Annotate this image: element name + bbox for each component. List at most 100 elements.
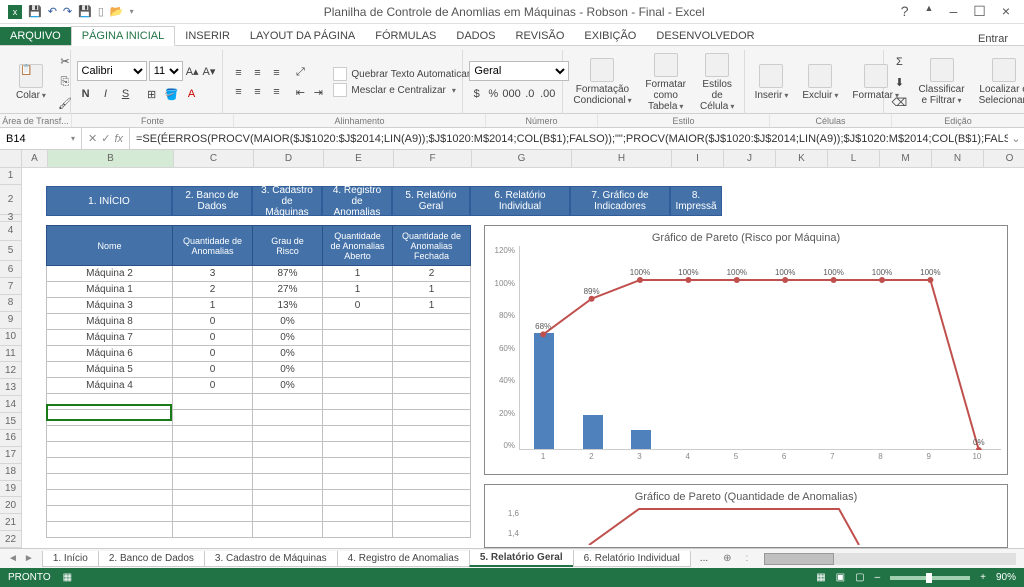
cell[interactable]: 27% [253,282,323,298]
cell[interactable] [323,394,393,410]
cell[interactable] [393,474,471,490]
row-header[interactable]: 20 [0,497,22,514]
cell[interactable]: 1 [173,298,253,314]
table-row[interactable] [47,506,471,522]
row-header[interactable]: 13 [0,379,22,396]
new-icon[interactable]: ▯ [98,5,104,18]
cell[interactable] [323,474,393,490]
align-center-icon[interactable]: ≡ [248,83,266,101]
clear-icon[interactable]: ⌫ [890,93,908,111]
nav-relgeral[interactable]: 5. Relatório Geral [392,186,470,216]
sheet-tab-active[interactable]: 5. Relatório Geral [469,550,574,567]
cell[interactable] [323,458,393,474]
cell[interactable]: 2 [393,266,471,282]
cell[interactable] [173,442,253,458]
macro-icon[interactable]: ▦ [63,572,72,583]
inc-decimal-icon[interactable]: .0 [523,85,538,103]
cell[interactable] [253,394,323,410]
view-normal-icon[interactable]: ▦ [816,572,825,583]
ribbon-opts-icon[interactable]: ▲ [925,3,934,20]
increase-indent-icon[interactable]: ⇥ [309,83,327,101]
minimize-icon[interactable]: – [949,3,957,20]
table-row[interactable]: Máquina 600% [47,346,471,362]
cell[interactable] [323,314,393,330]
cell[interactable] [393,330,471,346]
row-header[interactable]: 7 [0,278,22,295]
align-bottom-icon[interactable]: ≡ [267,64,285,82]
cell[interactable]: 0% [253,362,323,378]
cell[interactable] [393,522,471,538]
sheet-nav-next[interactable]: ► [24,553,34,564]
zoom-out-button[interactable]: – [875,572,881,583]
cell[interactable] [173,506,253,522]
zoom-level[interactable]: 90% [996,572,1016,583]
cell[interactable] [253,410,323,426]
cell[interactable]: Máquina 1 [47,282,173,298]
cell[interactable] [253,522,323,538]
cell[interactable] [47,458,173,474]
col-header[interactable]: I [672,150,724,168]
chart-pareto-risco[interactable]: Gráfico de Pareto (Risco por Máquina) 12… [484,225,1008,475]
row-header[interactable]: 11 [0,346,22,363]
sheet-tab[interactable]: 6. Relatório Individual [573,551,691,567]
italic-button[interactable]: I [97,85,115,103]
decrease-font-icon[interactable]: A▾ [202,62,217,80]
row-header[interactable]: 9 [0,312,22,329]
sheet-tab-more[interactable]: ... [690,551,718,566]
cell[interactable]: 1 [393,282,471,298]
nav-banco[interactable]: 2. Banco de Dados [172,186,252,216]
grid-body[interactable]: 1. INÍCIO 2. Banco de Dados 3. Cadastro … [22,168,1024,548]
bold-button[interactable]: N [77,85,95,103]
col-header[interactable]: F [394,150,472,168]
nav-registro[interactable]: 4. Registro de Anomalias [322,186,392,216]
tab-home[interactable]: PÁGINA INICIAL [71,26,176,46]
cell[interactable] [323,522,393,538]
col-header[interactable]: K [776,150,828,168]
cell[interactable]: 1 [323,266,393,282]
cell[interactable]: Máquina 2 [47,266,173,282]
table-row[interactable] [47,442,471,458]
col-header[interactable]: A [22,150,48,168]
row-header[interactable]: 8 [0,295,22,312]
cell[interactable]: 1 [323,282,393,298]
name-box[interactable]: B14▾ [0,128,82,149]
cell[interactable] [393,346,471,362]
help-icon[interactable]: ? [901,3,909,20]
sort-filter-button[interactable]: Classificar e Filtrar [914,56,968,108]
row-header[interactable]: 14 [0,396,22,413]
cell[interactable]: 0% [253,330,323,346]
chart-pareto-qtd[interactable]: Gráfico de Pareto (Quantidade de Anomali… [484,484,1008,548]
cell[interactable]: 1 [393,298,471,314]
add-sheet-button[interactable]: ⊕ [717,553,737,564]
cell[interactable] [323,490,393,506]
horizontal-scrollbar[interactable] [764,553,1016,565]
col-header[interactable]: D [254,150,324,168]
formula-input[interactable]: =SE(ÉERROS(PROCV(MAIOR($J$1020:$J$2014;L… [130,128,1008,149]
row-header[interactable]: 2 [0,185,22,215]
col-header[interactable]: M [880,150,932,168]
row-header[interactable]: 5 [0,241,22,261]
tab-file[interactable]: ARQUIVO [0,27,71,45]
row-header[interactable]: 10 [0,329,22,346]
cell[interactable] [173,522,253,538]
font-size-select[interactable]: 11 [149,61,183,81]
row-header[interactable]: 1 [0,168,22,185]
autosum-icon[interactable]: Σ [890,53,908,71]
table-row[interactable]: Máquina 800% [47,314,471,330]
undo-icon[interactable]: ↶ [48,5,57,18]
table-row[interactable]: Máquina 3113%01 [47,298,471,314]
row-header[interactable]: 3 [0,215,22,222]
cell[interactable] [253,442,323,458]
row-header[interactable]: 18 [0,464,22,481]
cell[interactable] [173,426,253,442]
cell[interactable] [393,394,471,410]
paste-button[interactable]: 📋 Colar [12,62,50,103]
cell[interactable]: 0 [173,314,253,330]
col-header[interactable]: C [174,150,254,168]
underline-button[interactable]: S [117,85,135,103]
maximize-icon[interactable]: ☐ [973,3,986,20]
table-row[interactable]: Máquina 700% [47,330,471,346]
font-family-select[interactable]: Calibri [77,61,147,81]
cell[interactable]: 13% [253,298,323,314]
fx-icon[interactable]: fx [114,133,123,145]
